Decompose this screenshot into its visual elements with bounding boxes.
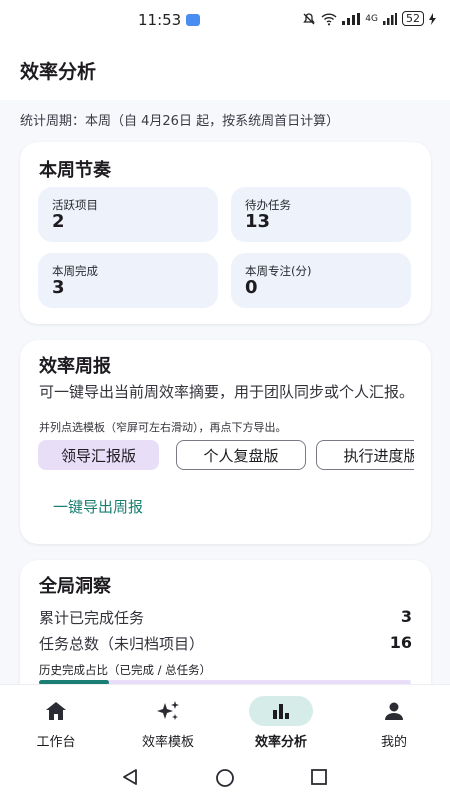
page-title: 效率分析 [20,61,97,83]
report-hint: 并列点选模板（窄屏可左右滑动），再点下方导出。 [39,421,287,434]
system-nav-bar [0,756,450,800]
back-triangle-icon[interactable] [121,768,139,786]
status-icons: 4G 52 [302,11,436,26]
chip-personal-review[interactable]: 个人复盘版 [176,440,306,470]
nav-label: 效率模板 [141,735,194,750]
status-bar: 11:53 4G 52 [0,0,450,40]
bar-chart-icon [273,704,289,719]
total-completed-value: 3 [400,607,412,626]
weekly-rhythm-card: 本周节奏 活跃项目 2 待办任务 13 本周完成 3 本周专注(分) 0 [20,142,431,324]
stat-week-focus: 本周专注(分) 0 [231,253,411,308]
nav-item-workbench[interactable]: 工作台 [0,685,112,757]
chip-leader-report[interactable]: 领导汇报版 [38,440,159,470]
weekly-rhythm-title: 本周节奏 [39,160,111,181]
signal-icon [342,12,361,25]
stat-value: 13 [245,211,271,232]
nav-item-analysis[interactable]: 效率分析 [225,685,337,757]
nav-label: 效率分析 [254,735,307,750]
global-insight-title: 全局洞察 [39,576,111,597]
status-time: 11:53 [138,11,201,29]
period-text: 统计周期：本周（自 4月26日 起，按系统周首日计算） [20,114,340,129]
total-tasks-value: 16 [389,633,412,652]
network-type: 4G [365,13,378,24]
recents-square-icon[interactable] [310,768,328,786]
chip-execution-progress[interactable]: 执行进度版 [316,440,414,470]
total-completed-label: 累计已完成任务 [39,609,145,627]
battery-level: 52 [402,11,424,26]
report-description: 可一键导出当前周效率摘要，用于团队同步或个人汇报。 [39,383,415,401]
app-bar: 效率分析 [0,40,450,100]
stat-value: 3 [52,277,65,298]
nav-item-templates[interactable]: 效率模板 [112,685,224,757]
nav-item-mine[interactable]: 我的 [338,685,450,757]
person-icon [385,702,403,720]
nav-label: 工作台 [36,735,76,750]
charging-icon [429,12,436,25]
mute-bell-icon [303,12,316,24]
signal-icon-2 [383,12,397,25]
template-chip-row[interactable]: 领导汇报版 个人复盘版 执行进度版 [38,440,414,472]
weekly-report-title: 效率周报 [39,356,111,377]
home-icon [46,702,66,720]
bottom-nav: 工作台 效率模板 效率分析 我的 [0,684,450,756]
total-tasks-label: 任务总数（未归档项目） [39,635,205,653]
weekly-report-card: 效率周报 可一键导出当前周效率摘要，用于团队同步或个人汇报。 并列点选模板（窄屏… [20,340,431,544]
wifi-icon [321,12,337,25]
stat-value: 2 [52,211,65,232]
sparkles-icon [157,701,179,720]
stat-active-projects: 活跃项目 2 [38,187,218,242]
export-report-button[interactable]: 一键导出周报 [53,496,143,517]
stat-todo-tasks: 待办任务 13 [231,187,411,242]
nav-label: 我的 [380,735,407,750]
history-ratio-label: 历史完成占比（已完成 / 总任务） [39,663,212,677]
notification-badge-icon [186,14,201,26]
stat-value: 0 [245,277,258,298]
home-circle-icon[interactable] [215,768,235,788]
stat-week-completed: 本周完成 3 [38,253,218,308]
